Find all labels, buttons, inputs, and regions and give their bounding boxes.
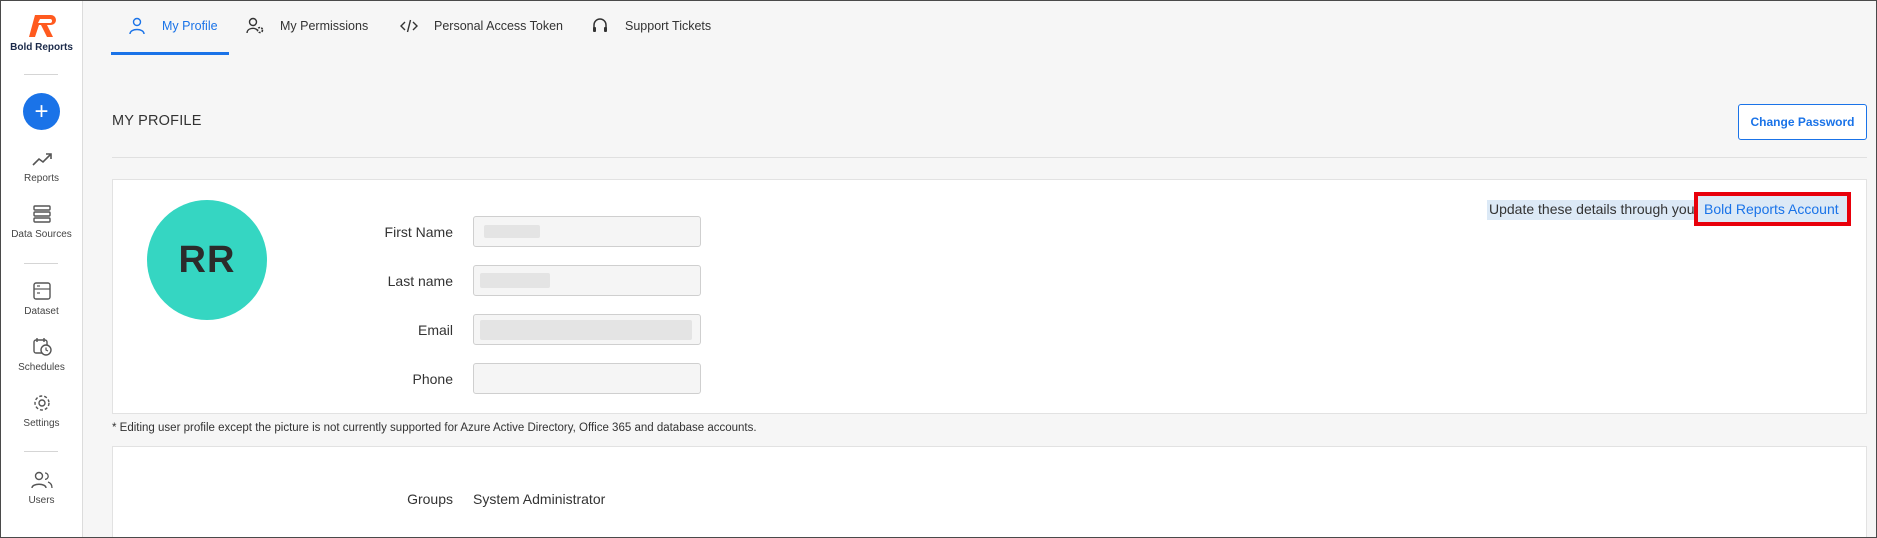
tab-personal-access-token[interactable]: Personal Access Token: [400, 19, 563, 55]
sidebar-item-label: Reports: [23, 173, 59, 184]
sidebar-item-label: Dataset: [24, 306, 59, 317]
sidebar-divider: [24, 451, 58, 452]
dataset-icon: [32, 282, 51, 300]
sidebar: Bold Reports + Reports Data Sources Data…: [1, 1, 83, 537]
footnote: * Editing user profile except the pictur…: [112, 422, 757, 434]
user-gear-icon: [246, 17, 264, 34]
sidebar-item-schedules[interactable]: Schedules: [1, 338, 82, 373]
sidebar-item-label: Users: [28, 495, 55, 506]
brand-name: Bold Reports: [10, 42, 73, 53]
tab-my-profile[interactable]: My Profile: [128, 17, 218, 55]
redacted-value: [480, 320, 692, 340]
sidebar-item-label: Settings: [23, 418, 60, 429]
first-name-field[interactable]: [473, 216, 701, 247]
sidebar-item-settings[interactable]: Settings: [1, 394, 82, 429]
add-button[interactable]: +: [23, 93, 60, 130]
email-field[interactable]: [473, 314, 701, 345]
bold-reports-logo-icon: [28, 15, 56, 37]
users-icon: [30, 471, 53, 489]
avatar[interactable]: RR: [147, 200, 267, 320]
sidebar-divider: [24, 263, 58, 264]
last-name-label: Last name: [387, 273, 453, 289]
active-tab-indicator: [111, 52, 229, 55]
page-title: MY PROFILE: [112, 113, 202, 129]
redacted-value: [484, 225, 540, 238]
redacted-value: [480, 273, 550, 288]
calendar-clock-icon: [32, 338, 52, 356]
phone-field[interactable]: [473, 363, 701, 394]
server-icon: [32, 205, 51, 223]
app-window: Bold Reports + Reports Data Sources Data…: [0, 0, 1877, 538]
headset-icon: [593, 18, 607, 32]
first-name-label: First Name: [384, 224, 453, 240]
email-label: Email: [417, 322, 453, 338]
trending-up-icon: [31, 153, 52, 166]
tab-support-tickets[interactable]: Support Tickets: [591, 18, 712, 55]
sidebar-item-label: Schedules: [18, 362, 65, 373]
sidebar-item-users[interactable]: Users: [1, 471, 82, 506]
sidebar-item-reports[interactable]: Reports: [1, 151, 82, 184]
sidebar-item-dataset[interactable]: Dataset: [1, 282, 82, 317]
brand-logo[interactable]: Bold Reports: [1, 13, 82, 53]
update-details-note: Update these details through you: [1487, 200, 1697, 220]
tab-my-permissions[interactable]: My Permissions: [246, 17, 369, 55]
sidebar-divider: [24, 74, 58, 75]
change-password-button[interactable]: Change Password: [1738, 104, 1867, 140]
tab-label: Support Tickets: [625, 19, 712, 33]
user-icon: [129, 17, 145, 35]
tab-label: Personal Access Token: [434, 19, 564, 33]
tab-label: My Permissions: [280, 19, 369, 33]
groups-value: System Administrator: [473, 491, 606, 507]
bold-reports-account-link[interactable]: Bold Reports Account: [1694, 192, 1851, 226]
sidebar-item-label: Data Sources: [11, 229, 72, 240]
phone-label: Phone: [412, 371, 453, 387]
gear-icon: [33, 395, 50, 411]
sidebar-item-data-sources[interactable]: Data Sources: [1, 205, 82, 240]
tab-label: My Profile: [162, 19, 218, 33]
divider: [112, 157, 1867, 158]
groups-label: Groups: [407, 491, 453, 507]
last-name-field[interactable]: [473, 265, 701, 296]
code-icon: [400, 19, 418, 33]
